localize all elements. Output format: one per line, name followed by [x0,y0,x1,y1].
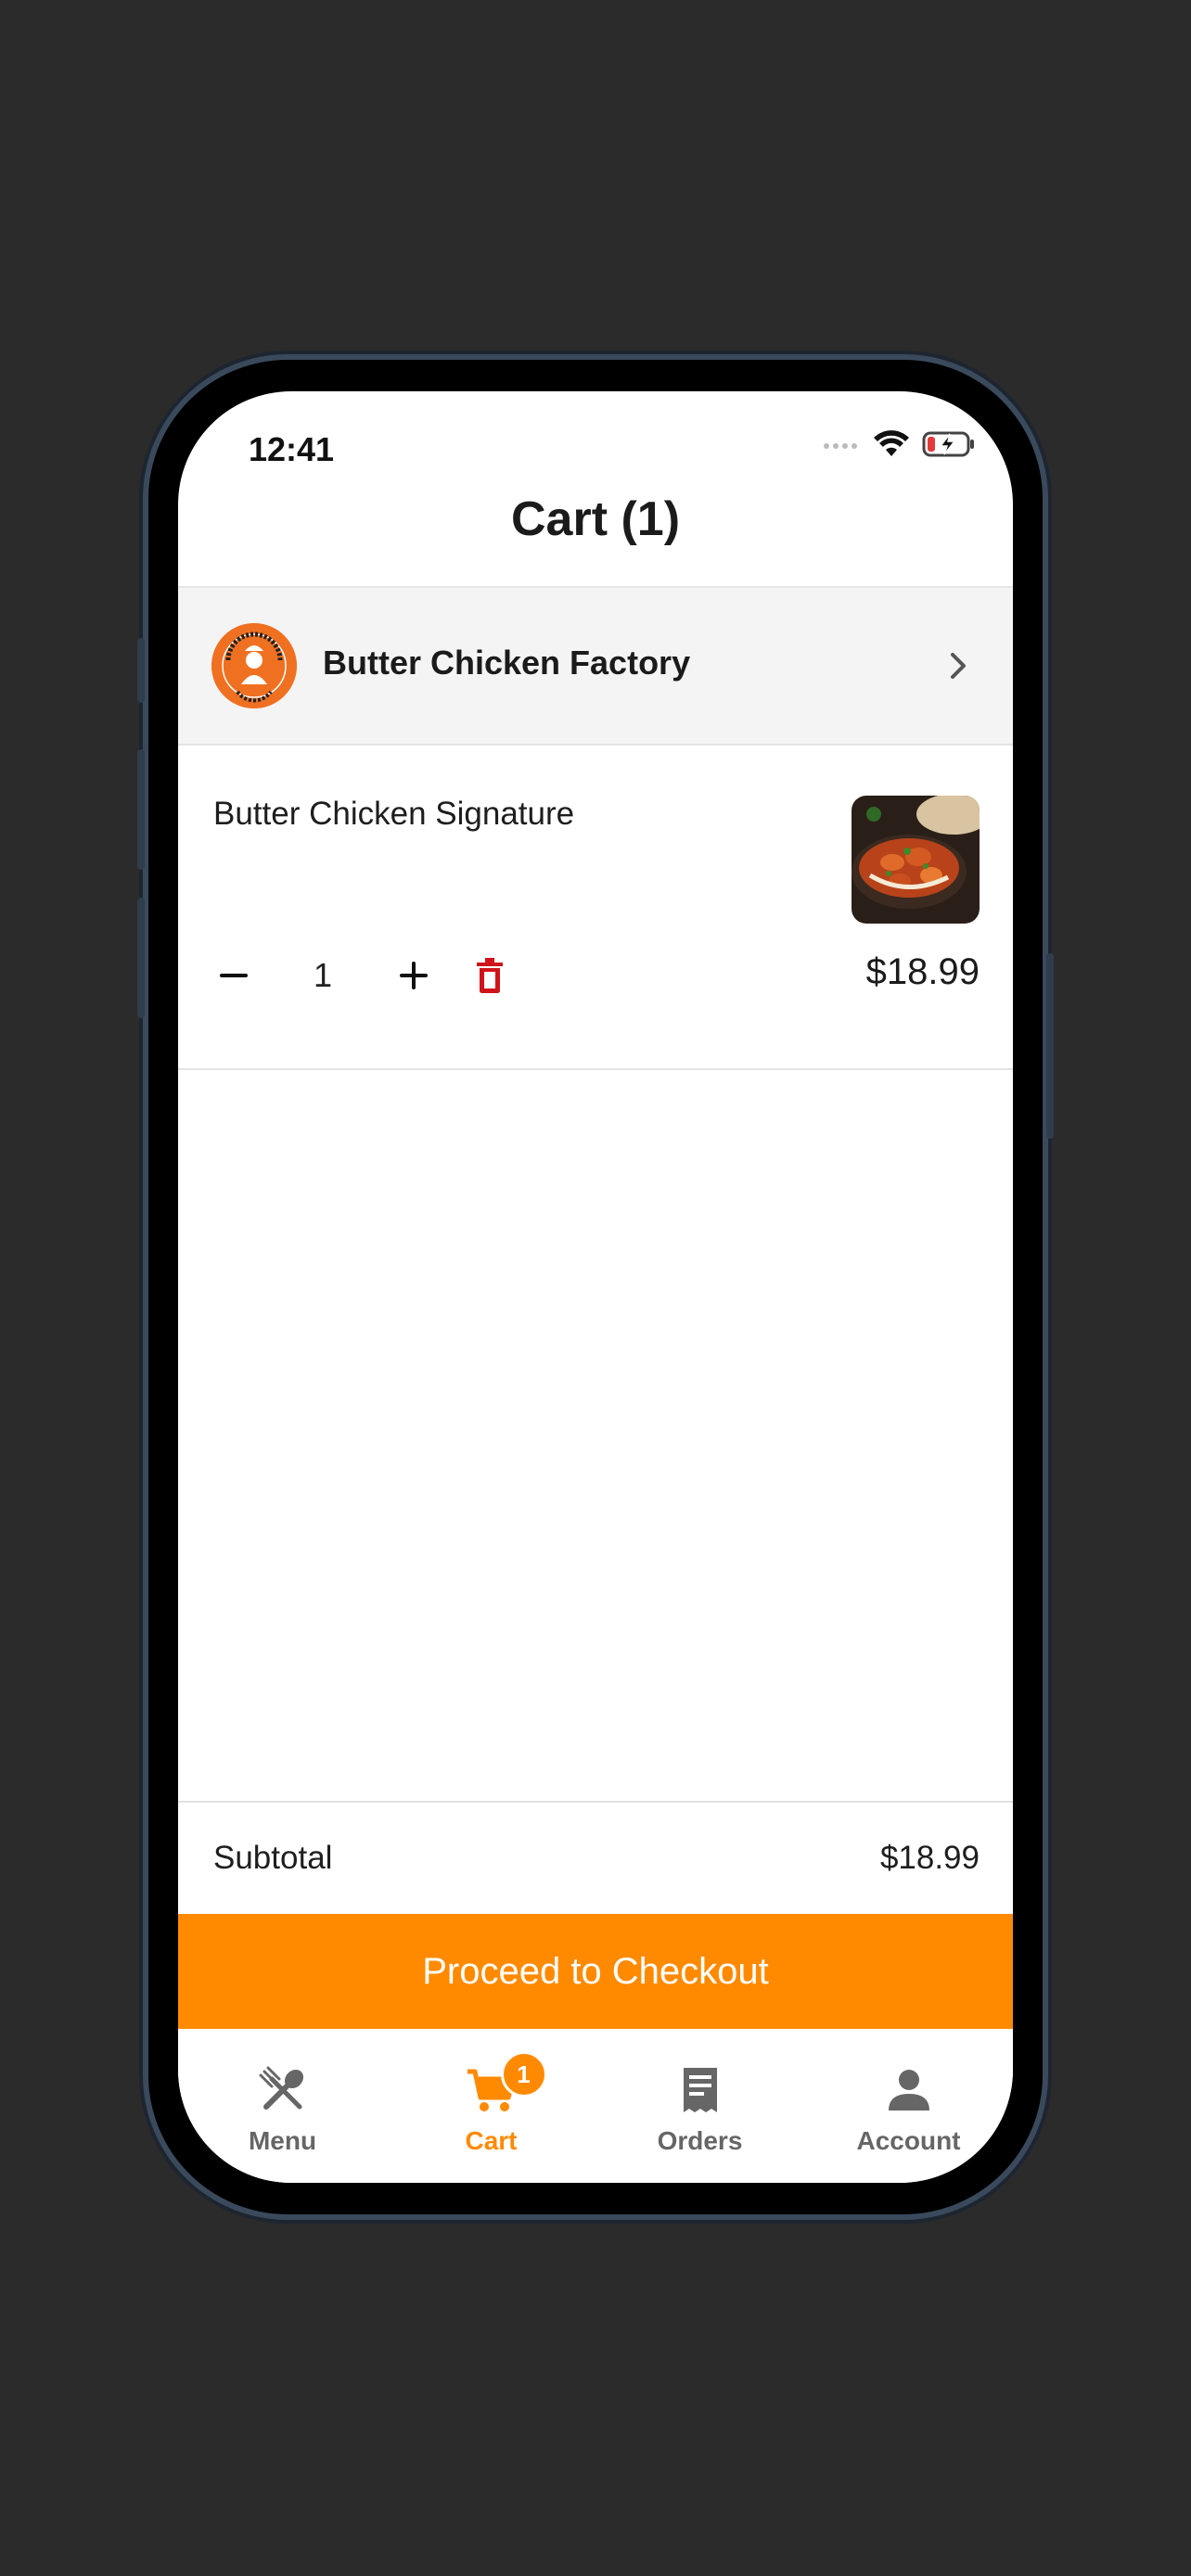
power-button [1046,953,1054,1139]
tab-orders-label: Orders [657,2126,743,2155]
status-time: 12:41 [249,430,335,468]
plus-icon [400,962,428,989]
phone-frame: 12:41 Cart (1) Butter Chicken Factory Bu… [137,360,1054,2214]
status-icons [822,430,976,458]
tab-menu[interactable]: Menu [178,2066,387,2156]
page-title: Cart (1) [510,492,681,546]
subtotal-row: Subtotal $18.99 [178,1801,1013,1914]
increase-quantity-button[interactable] [384,948,443,1003]
minus-icon [220,974,248,977]
cart-item-image[interactable] [852,796,980,924]
tab-account[interactable]: Account [804,2066,1013,2156]
volume-up-button [137,749,145,870]
cart-item-price: $18.99 [865,951,980,992]
chevron-right-icon [951,653,966,679]
volume-down-button [137,898,145,1018]
wifi-icon [874,430,909,456]
silent-switch [137,638,145,703]
receipt-icon [683,2068,717,2112]
subtotal-label: Subtotal [213,1840,333,1876]
restaurant-name: Butter Chicken Factory [323,644,691,682]
tab-orders[interactable]: Orders [596,2066,804,2156]
cart-item-name: Butter Chicken Signature [213,796,575,832]
quantity-value: 1 [313,956,333,994]
fork-spoon-icon [259,2066,303,2110]
bottom-tab-bar: Menu 1 Cart Orders Account [178,2029,1013,2183]
subtotal-value: $18.99 [879,1840,980,1876]
tab-menu-label: Menu [248,2126,317,2155]
decrease-quantity-button[interactable] [204,948,263,1003]
status-bar: 12:41 [178,391,1013,484]
tab-cart[interactable]: 1 Cart [387,2051,596,2156]
delete-item-button[interactable] [460,948,519,1003]
cart-count-badge: 1 [500,2051,547,2098]
tab-cart-label: Cart [465,2126,518,2155]
trash-icon [477,958,503,993]
cart-item: Butter Chicken Signature 1 $18.99 [178,744,1013,1070]
cellular-signal-icon [824,443,857,449]
app-screen: 12:41 Cart (1) Butter Chicken Factory Bu… [178,391,1013,2183]
restaurant-row[interactable]: Butter Chicken Factory [178,586,1013,746]
battery-charging-icon [922,431,974,457]
proceed-to-checkout-button[interactable]: Proceed to Checkout [178,1914,1013,2029]
tab-account-label: Account [856,2126,961,2155]
restaurant-logo [211,623,297,708]
person-icon [888,2070,929,2111]
